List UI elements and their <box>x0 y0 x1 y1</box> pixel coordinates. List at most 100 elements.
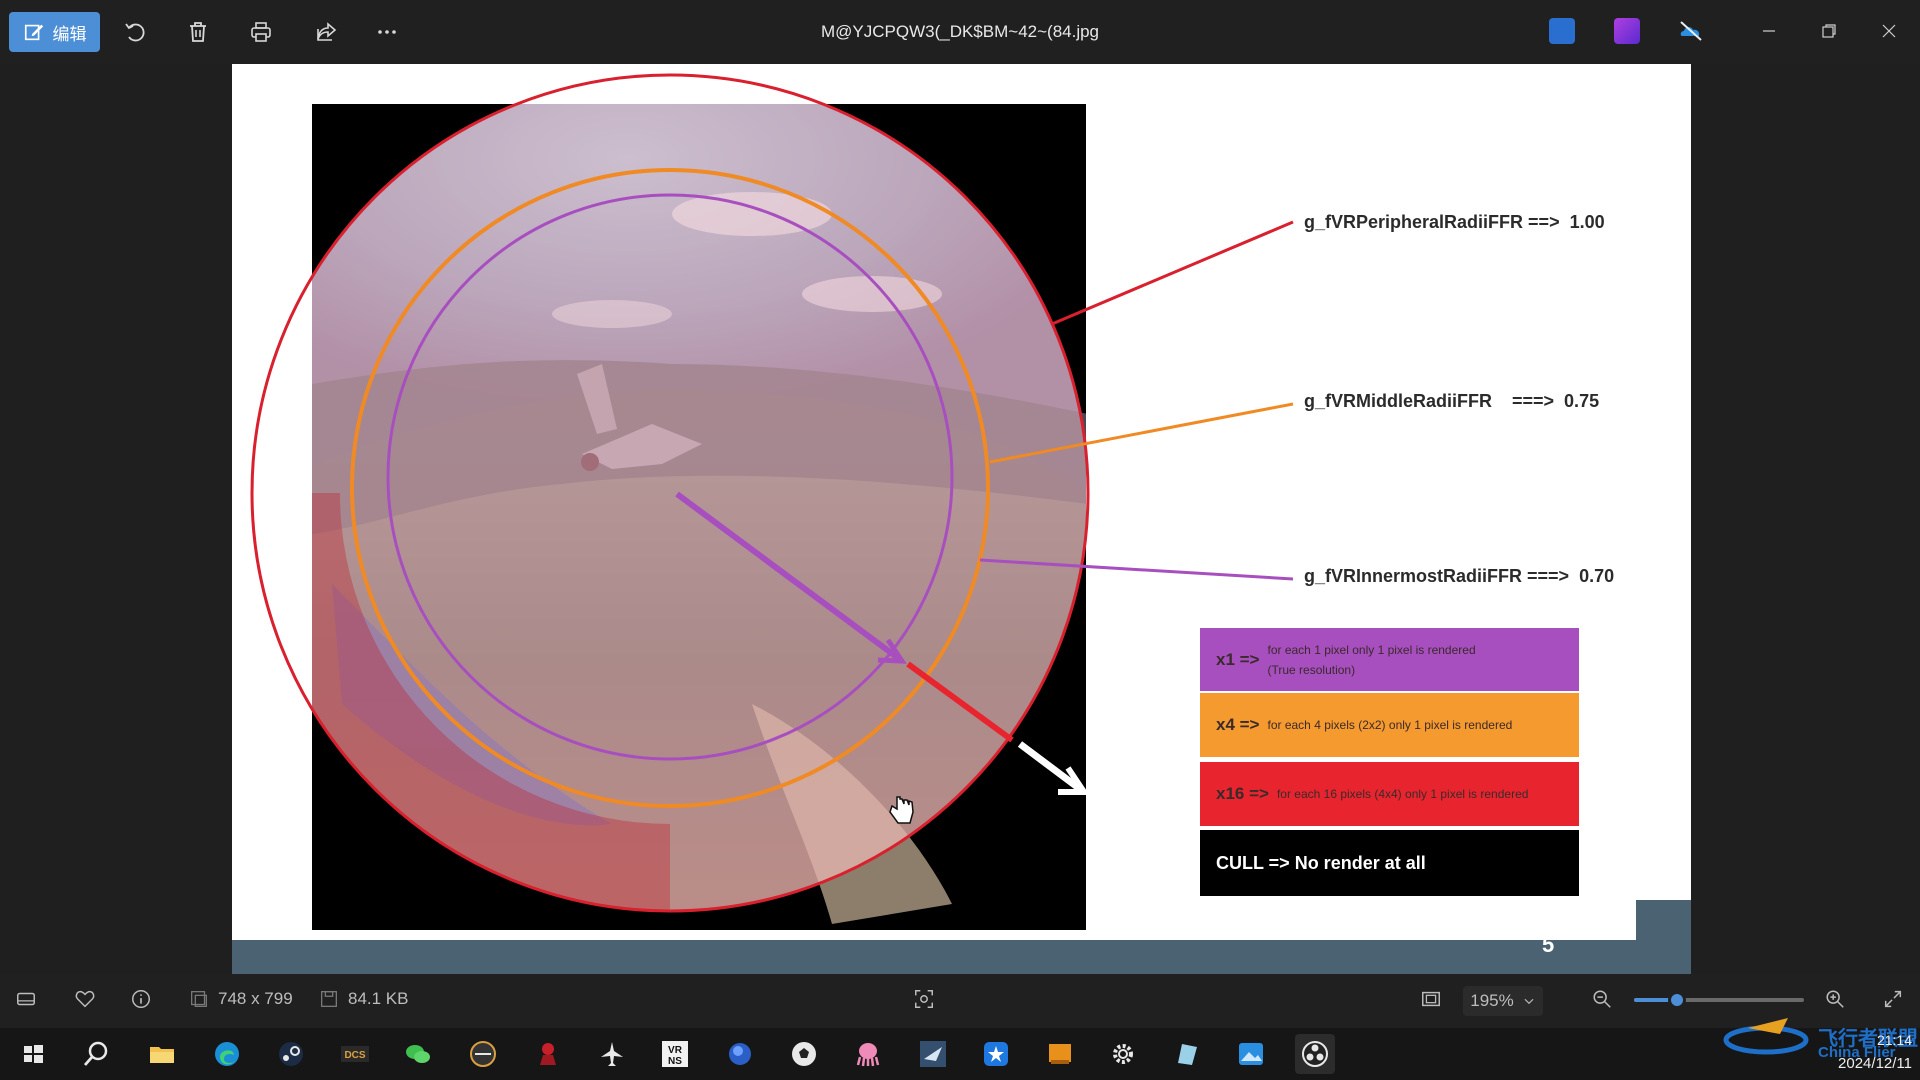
dcs-icon: DCS <box>341 1046 369 1062</box>
middle-radii-label: g_fVRMiddleRadiiFFR ===> 0.75 <box>1304 391 1600 411</box>
chevron-down-icon <box>1524 998 1534 1005</box>
star-icon <box>984 1042 1008 1066</box>
dimensions-icon <box>191 991 207 1007</box>
image-viewer-canvas[interactable]: g_fVRPeripheralRadiiFFR ==> 1.00 g_fVRMi… <box>0 64 1920 974</box>
info-button[interactable] <box>130 988 152 1010</box>
bms-taskbar-icon[interactable] <box>913 1034 953 1074</box>
filmstrip-button[interactable] <box>15 988 37 1010</box>
legend-x16-key: x16 => <box>1216 784 1269 803</box>
zoom-level-dropdown[interactable]: 195% <box>1463 986 1543 1016</box>
innermost-radii-label: g_fVRInnermostRadiiFFR ===> 0.70 <box>1304 566 1615 586</box>
photos-icon <box>1239 1043 1263 1065</box>
restore-icon <box>1822 24 1836 38</box>
steam-icon <box>279 1042 303 1066</box>
windows-logo-icon <box>24 1045 43 1063</box>
photos-taskbar-icon[interactable] <box>1231 1034 1271 1074</box>
file-size-text: 84.1 KB <box>348 989 409 1008</box>
zoom-slider-thumb[interactable] <box>1667 991 1686 1009</box>
octopus-icon <box>856 1043 880 1067</box>
save-disk-icon <box>321 991 337 1007</box>
trash-icon <box>190 22 206 42</box>
print-icon <box>251 22 271 42</box>
favorite-button[interactable] <box>74 988 96 1010</box>
aircraft-taskbar-icon[interactable] <box>592 1034 632 1074</box>
onedrive-off-icon[interactable] <box>1678 18 1704 44</box>
app-orange-taskbar-icon[interactable] <box>1040 1034 1080 1074</box>
slide-footer-tab <box>1636 900 1691 974</box>
minimize-icon <box>1763 30 1775 32</box>
rotate-icon <box>125 23 145 42</box>
more-options-button[interactable] <box>370 12 404 52</box>
app-circle-taskbar-icon[interactable] <box>463 1034 503 1074</box>
slide-footer-bar <box>232 940 1691 974</box>
vrns-icon: VRNS <box>662 1041 688 1067</box>
visual-search-button[interactable] <box>913 988 935 1010</box>
filmstrip-icon <box>17 992 35 1006</box>
photo-editor-app-icon[interactable] <box>1549 18 1575 44</box>
wechat-taskbar-icon[interactable] <box>398 1034 438 1074</box>
app-tablet-taskbar-icon[interactable] <box>1167 1034 1207 1074</box>
vrns-taskbar-icon[interactable]: VR NS <box>655 1034 695 1074</box>
presentation-slide-image: g_fVRPeripheralRadiiFFR ==> 1.00 g_fVRMi… <box>232 64 1691 974</box>
app-star-taskbar-icon[interactable] <box>976 1034 1016 1074</box>
system-date[interactable]: 2024/12/11 <box>1818 1055 1912 1072</box>
legend-x4: x4 => for each 4 pixels (2x2) only 1 pix… <box>1200 693 1579 757</box>
file-explorer-taskbar-icon[interactable] <box>142 1034 182 1074</box>
taskbar-search-button[interactable] <box>76 1034 116 1074</box>
obs-taskbar-icon[interactable] <box>1295 1034 1335 1074</box>
delete-button[interactable] <box>181 12 215 52</box>
red-character-icon <box>540 1043 556 1065</box>
steam-taskbar-icon[interactable] <box>271 1034 311 1074</box>
bms-icon <box>920 1041 946 1067</box>
legend-x1-desc2: (True resolution) <box>1267 662 1356 677</box>
rotate-button[interactable] <box>118 12 152 52</box>
edge-browser-icon <box>215 1042 239 1066</box>
share-button[interactable] <box>309 12 343 52</box>
file-size: 84.1 KB <box>318 988 409 1010</box>
app-blue-circle-taskbar-icon[interactable] <box>720 1034 760 1074</box>
info-icon <box>132 990 150 1008</box>
peripheral-radii-label: g_fVRPeripheralRadiiFFR ==> 1.00 <box>1304 212 1605 232</box>
svg-text:DCS: DCS <box>344 1050 365 1061</box>
more-icon <box>378 30 396 34</box>
round-logo-icon <box>470 1041 496 1067</box>
settings-taskbar-icon[interactable] <box>1103 1034 1143 1074</box>
system-time[interactable]: 21:14 <box>1840 1032 1912 1048</box>
folder-icon <box>150 1047 174 1063</box>
zoom-level-text: 195% <box>1470 991 1514 1010</box>
dimensions-text: 748 x 799 <box>218 989 293 1008</box>
legend-x4-key: x4 => <box>1216 715 1260 734</box>
clipchamp-app-icon[interactable] <box>1614 18 1640 44</box>
windows-start-button[interactable] <box>13 1034 53 1074</box>
slide-page-number: 5 <box>1542 932 1555 957</box>
edit-icon <box>24 24 43 41</box>
share-icon <box>317 22 337 41</box>
legend-x1-key: x1 => <box>1216 649 1260 669</box>
visual-search-icon <box>915 990 933 1008</box>
dcs-taskbar-icon[interactable]: DCS <box>335 1034 375 1074</box>
jet-icon <box>601 1042 623 1066</box>
zoom-out-button[interactable] <box>1591 988 1613 1010</box>
ball-icon <box>792 1042 816 1066</box>
edit-button[interactable]: 编辑 <box>9 12 100 52</box>
print-button[interactable] <box>244 12 278 52</box>
minimize-button[interactable] <box>1746 14 1792 48</box>
legend-x16: x16 => for each 16 pixels (4x4) only 1 p… <box>1200 762 1579 826</box>
restore-button[interactable] <box>1806 14 1852 48</box>
zoom-out-icon <box>1593 990 1611 1008</box>
app-octopus-taskbar-icon[interactable] <box>848 1034 888 1074</box>
zoom-slider[interactable] <box>1634 991 1804 1009</box>
app-ball-taskbar-icon[interactable] <box>784 1034 824 1074</box>
fit-to-window-button[interactable] <box>1420 988 1442 1010</box>
search-icon <box>83 1041 108 1066</box>
svg-text:VR: VR <box>668 1045 683 1056</box>
edge-taskbar-icon[interactable] <box>207 1034 247 1074</box>
heart-icon <box>75 990 95 1008</box>
close-button[interactable] <box>1866 14 1912 48</box>
wechat-icon <box>406 1045 430 1063</box>
svg-text:NS: NS <box>668 1056 682 1067</box>
app-red-taskbar-icon[interactable] <box>528 1034 568 1074</box>
legend-x4-desc: for each 4 pixels (2x2) only 1 pixel is … <box>1267 718 1513 732</box>
image-dimensions: 748 x 799 <box>188 988 293 1010</box>
status-bar: 748 x 799 84.1 KB 195% <box>0 974 1920 1028</box>
